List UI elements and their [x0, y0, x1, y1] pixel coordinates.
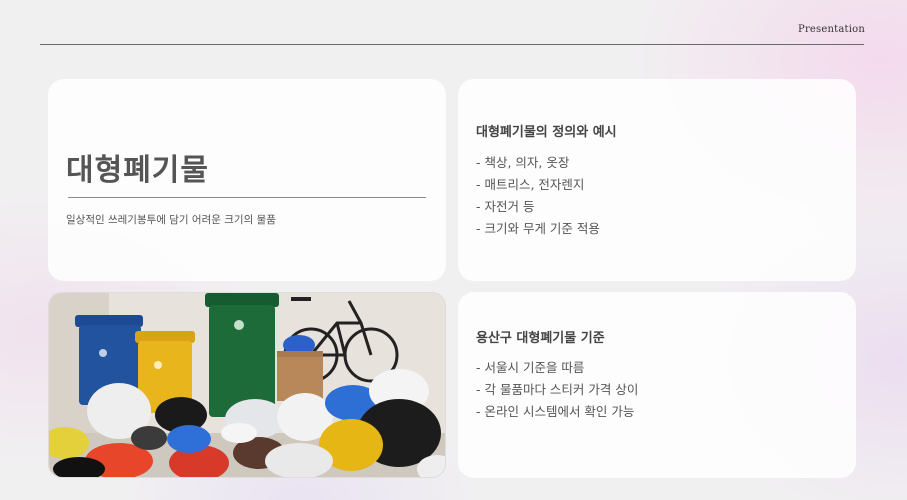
title-divider: [68, 197, 426, 198]
list-item: - 크기와 무게 기준 적용: [476, 221, 600, 236]
garbage-photo: [48, 292, 446, 478]
list-item: - 자전거 등: [476, 199, 535, 214]
garbage-bins-image: [49, 293, 445, 477]
header-divider: [40, 44, 864, 45]
list-item: - 매트리스, 전자렌지: [476, 177, 585, 192]
definition-heading: 대형폐기물의 정의와 예시: [476, 125, 617, 140]
list-item: - 각 물품마다 스티커 가격 상이: [476, 382, 639, 397]
list-item: - 책상, 의자, 옷장: [476, 155, 570, 170]
yongsan-card: 용산구 대형폐기물 기준 - 서울시 기준을 따름 - 각 물품마다 스티커 가…: [458, 292, 856, 478]
list-item: - 온라인 시스템에서 확인 가능: [476, 404, 635, 419]
yongsan-list: - 서울시 기준을 따름 - 각 물품마다 스티커 가격 상이 - 온라인 시스…: [476, 357, 638, 423]
definition-list: - 책상, 의자, 옷장 - 매트리스, 전자렌지 - 자전거 등 - 크기와 …: [476, 152, 600, 240]
page-subtitle: 일상적인 쓰레기봉투에 담기 어려운 크기의 물품: [66, 214, 276, 226]
definition-card: 대형폐기물의 정의와 예시 - 책상, 의자, 옷장 - 매트리스, 전자렌지 …: [458, 79, 856, 281]
yongsan-heading: 용산구 대형폐기물 기준: [476, 331, 605, 346]
list-item: - 서울시 기준을 따름: [476, 360, 585, 375]
header-label: Presentation: [798, 24, 865, 35]
page-title: 대형폐기물: [66, 153, 209, 188]
title-card: 대형폐기물 일상적인 쓰레기봉투에 담기 어려운 크기의 물품: [48, 79, 446, 281]
